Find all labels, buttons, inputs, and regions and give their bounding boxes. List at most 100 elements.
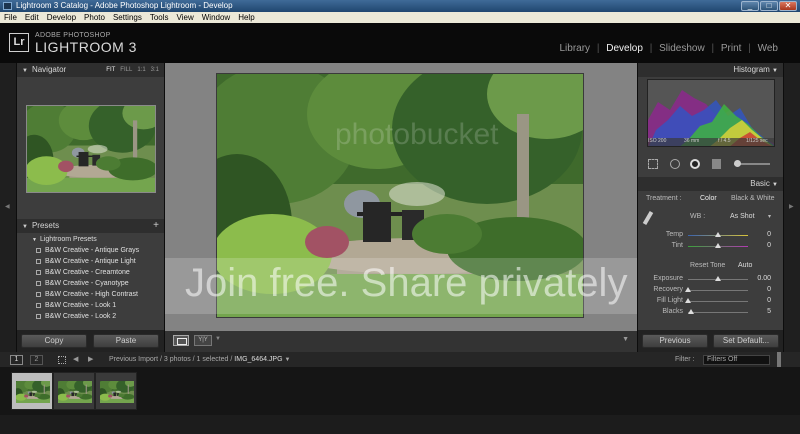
folder-triangle-icon: ▼ <box>32 237 37 243</box>
slider-knob[interactable] <box>715 276 721 281</box>
exposure-slider[interactable] <box>688 276 748 281</box>
filmstrip-thumbnail[interactable] <box>95 372 137 410</box>
preset-folder[interactable]: ▼ Lightroom Presets <box>17 234 164 245</box>
menu-tools[interactable]: Tools <box>146 12 173 23</box>
filter-dropdown[interactable]: Filters Off <box>703 355 770 365</box>
tint-slider[interactable] <box>688 243 748 248</box>
menu-settings[interactable]: Settings <box>109 12 146 23</box>
slider-value[interactable]: 0 <box>767 297 771 304</box>
filmstrip-toggle-icon[interactable] <box>777 352 781 367</box>
tone-row: Reset Tone Auto <box>638 262 783 272</box>
set-default-button[interactable]: Set Default... <box>713 334 779 348</box>
left-panel-strip[interactable]: ◀ <box>0 63 16 352</box>
module-separator: | <box>649 43 653 54</box>
blacks-slider[interactable] <box>688 309 748 314</box>
monitor-2-button[interactable]: 2 <box>30 355 43 365</box>
module-library[interactable]: Library <box>557 43 592 54</box>
window-title: Lightroom 3 Catalog - Adobe Photoshop Li… <box>16 1 233 10</box>
preset-item[interactable]: B&W Creative - Cyanotype <box>17 278 164 289</box>
before-after-dropdown-icon[interactable]: ▼ <box>215 336 221 342</box>
treatment-bw[interactable]: Black & White <box>731 195 775 202</box>
slider-value[interactable]: 0 <box>767 286 771 293</box>
before-after-button[interactable]: Y|Y <box>194 335 212 346</box>
paste-button[interactable]: Paste <box>93 334 159 348</box>
toolbar-menu-icon[interactable]: ▼ <box>622 336 629 343</box>
right-panel-strip[interactable]: ▶ <box>784 63 800 352</box>
forward-arrow-icon[interactable]: ▶ <box>88 352 93 367</box>
collapse-left-icon[interactable]: ◀ <box>5 203 10 210</box>
filmstrip-source[interactable]: Previous Import / 3 photos / 1 selected … <box>109 352 290 368</box>
slider-value[interactable]: 0 <box>767 242 771 249</box>
slider-knob[interactable] <box>688 309 694 314</box>
temp-slider[interactable] <box>688 232 748 237</box>
slider-knob[interactable] <box>685 287 691 292</box>
zoom-fill[interactable]: FILL <box>120 67 132 73</box>
module-web[interactable]: Web <box>756 43 780 54</box>
monitor-1-button[interactable]: 1 <box>10 355 23 365</box>
close-button[interactable]: ✕ <box>779 1 797 11</box>
histogram-graph[interactable] <box>647 79 775 147</box>
slider-knob[interactable] <box>685 298 691 303</box>
preset-item[interactable]: B&W Creative - Antique Grays <box>17 245 164 256</box>
preset-item[interactable]: B&W Creative - Look 1 <box>17 300 164 311</box>
preset-item[interactable]: B&W Creative - Antique Light <box>17 256 164 267</box>
filmstrip-thumbnail[interactable] <box>11 372 53 410</box>
minimize-button[interactable]: _ <box>741 1 759 11</box>
focal-length: 36 mm <box>684 138 700 144</box>
module-picker: Library | Develop | Slideshow | Print | … <box>557 43 780 54</box>
filmstrip <box>0 367 800 415</box>
previous-button[interactable]: Previous <box>642 334 708 348</box>
copy-button[interactable]: Copy <box>21 334 87 348</box>
menu-window[interactable]: Window <box>198 12 234 23</box>
maximize-button[interactable]: □ <box>760 1 778 11</box>
menu-file[interactable]: File <box>0 12 21 23</box>
navigator-header[interactable]: ▼ Navigator FIT FILL 1:1 3:1 <box>17 63 164 77</box>
menu-develop[interactable]: Develop <box>43 12 80 23</box>
slider-knob[interactable] <box>715 232 721 237</box>
module-develop[interactable]: Develop <box>604 43 645 54</box>
eyedropper-icon[interactable] <box>642 210 654 226</box>
wb-dropdown-icon[interactable]: ▾ <box>768 213 771 220</box>
zoom-fit[interactable]: FIT <box>106 67 115 73</box>
preset-item[interactable]: B&W Creative - Look 2 <box>17 311 164 322</box>
expand-triangle-icon: ▼ <box>22 68 28 74</box>
filmstrip-thumbnail[interactable] <box>53 372 95 410</box>
add-preset-icon[interactable]: + <box>153 219 159 233</box>
menu-help[interactable]: Help <box>234 12 258 23</box>
red-eye-icon[interactable] <box>690 159 700 169</box>
thumbnail-picture <box>16 381 50 403</box>
menu-view[interactable]: View <box>173 12 198 23</box>
auto-tone-button[interactable]: Auto <box>738 262 752 269</box>
preset-item[interactable]: B&W Creative - Creamtone <box>17 267 164 278</box>
loupe-view-icon[interactable] <box>173 335 189 346</box>
grid-view-icon[interactable] <box>58 356 66 364</box>
histogram-header[interactable]: Histogram ▼ <box>638 63 783 77</box>
slider-value[interactable]: 0.00 <box>757 275 771 282</box>
basic-header[interactable]: Basic ▼ <box>638 177 783 191</box>
menu-edit[interactable]: Edit <box>21 12 43 23</box>
collapse-right-icon[interactable]: ▶ <box>789 203 794 210</box>
slider-knob[interactable] <box>715 243 721 248</box>
module-print[interactable]: Print <box>719 43 744 54</box>
graduated-filter-icon[interactable] <box>712 159 721 169</box>
slider-value[interactable]: 5 <box>767 308 771 315</box>
module-slideshow[interactable]: Slideshow <box>657 43 707 54</box>
preset-item[interactable]: B&W Creative - High Contrast <box>17 289 164 300</box>
menu-photo[interactable]: Photo <box>80 12 109 23</box>
recovery-slider[interactable] <box>685 287 748 292</box>
filmstrip-scroll-area[interactable] <box>0 415 800 434</box>
treatment-color[interactable]: Color <box>700 195 717 202</box>
watermark-banner <box>165 258 637 314</box>
zoom-3-1[interactable]: 3:1 <box>151 67 159 73</box>
fill-light-slider[interactable] <box>685 298 748 303</box>
spot-removal-icon[interactable] <box>670 159 680 169</box>
presets-header[interactable]: ▼ Presets + <box>17 219 164 233</box>
crop-tool-icon[interactable] <box>648 159 658 169</box>
wb-value[interactable]: As Shot <box>730 213 755 220</box>
back-arrow-icon[interactable]: ◀ <box>73 352 78 367</box>
reset-tone-button[interactable]: Reset Tone <box>690 262 725 269</box>
slider-value[interactable]: 0 <box>767 231 771 238</box>
navigator-preview[interactable] <box>26 105 156 193</box>
preset-label: B&W Creative - Creamtone <box>45 269 130 276</box>
zoom-1-1[interactable]: 1:1 <box>137 67 145 73</box>
